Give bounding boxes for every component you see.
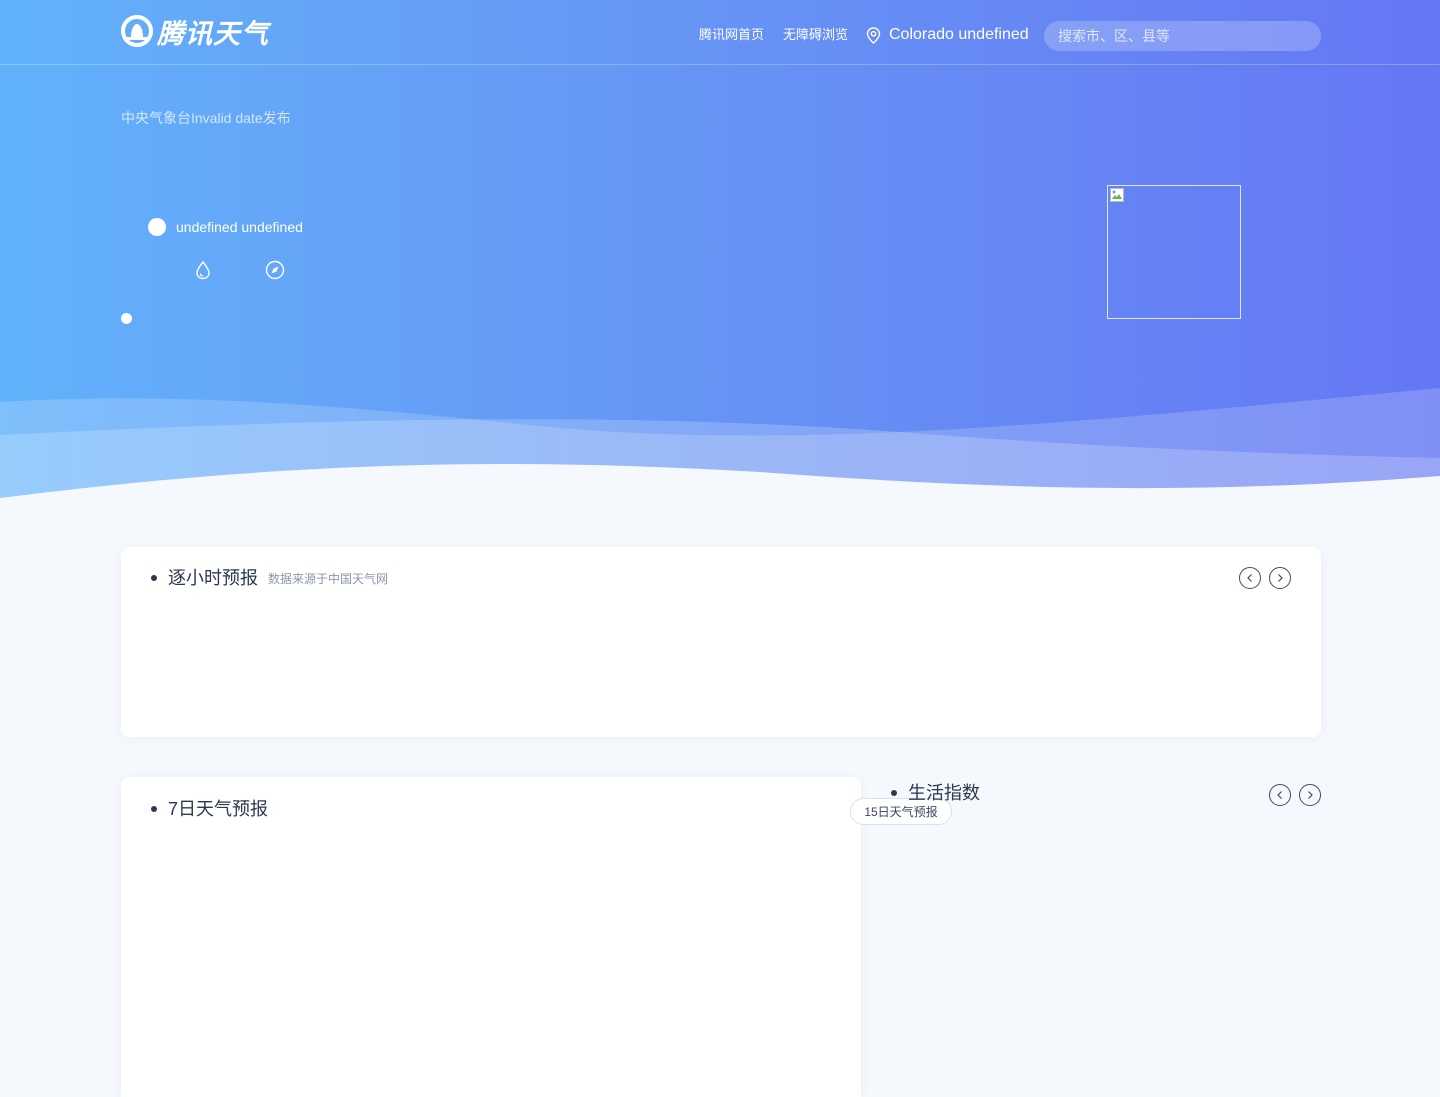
life-prev-button[interactable] <box>1269 784 1291 806</box>
hero-waves <box>0 388 1440 500</box>
seven-day-forecast-card: 7日天气预报 15日天气预报 <box>121 777 952 1097</box>
chevron-left-icon <box>1247 574 1252 582</box>
hero-banner: 腾讯天气 腾讯网首页 无障碍浏览 Colorado undefined 中央气象… <box>0 0 1440 500</box>
publish-time: 中央气象台Invalid date发布 <box>121 110 291 126</box>
compass-icon <box>265 260 285 280</box>
tencent-logo-icon <box>121 15 153 47</box>
hourly-source: 数据来源于中国天气网 <box>268 572 389 586</box>
nav-tencent-home[interactable]: 腾讯网首页 <box>699 27 764 43</box>
life-index-title-text: 生活指数 <box>908 783 980 803</box>
hourly-next-button[interactable] <box>1269 567 1291 589</box>
chevron-right-icon <box>1308 791 1313 799</box>
logo[interactable]: 腾讯天气 <box>121 14 269 50</box>
search-input[interactable] <box>1044 21 1321 51</box>
weather-icon-placeholder <box>148 218 166 236</box>
chevron-right-icon <box>1278 574 1283 582</box>
weather-image <box>1107 185 1241 319</box>
humidity-drop-icon <box>196 260 210 280</box>
hourly-title-text: 逐小时预报 <box>168 568 258 588</box>
life-index-title: 生活指数 <box>891 782 980 804</box>
hourly-title: 逐小时预报 数据来源于中国天气网 <box>151 566 388 590</box>
location-text: Colorado undefined <box>889 26 1029 43</box>
location-pin-icon <box>866 26 881 44</box>
chevron-left-icon <box>1277 791 1282 799</box>
life-next-button[interactable] <box>1299 784 1321 806</box>
broken-image-icon <box>1110 188 1124 202</box>
top-header: 腾讯天气 腾讯网首页 无障碍浏览 Colorado undefined <box>0 0 1440 65</box>
condition-text: undefined undefined <box>176 219 303 235</box>
current-condition: undefined undefined <box>148 218 303 236</box>
week-title: 7日天气预报 <box>151 798 268 820</box>
week-title-text: 7日天气预报 <box>168 799 269 819</box>
title-bullet <box>151 806 157 812</box>
hourly-prev-button[interactable] <box>1239 567 1261 589</box>
nav-accessible-browsing[interactable]: 无障碍浏览 <box>783 27 848 43</box>
logo-text: 腾讯天气 <box>157 18 269 50</box>
indicator-dot <box>121 313 132 324</box>
hourly-forecast-card: 逐小时预报 数据来源于中国天气网 <box>121 547 1321 737</box>
title-bullet <box>891 790 897 796</box>
location-selector[interactable]: Colorado undefined <box>866 25 1029 45</box>
title-bullet <box>151 575 157 581</box>
